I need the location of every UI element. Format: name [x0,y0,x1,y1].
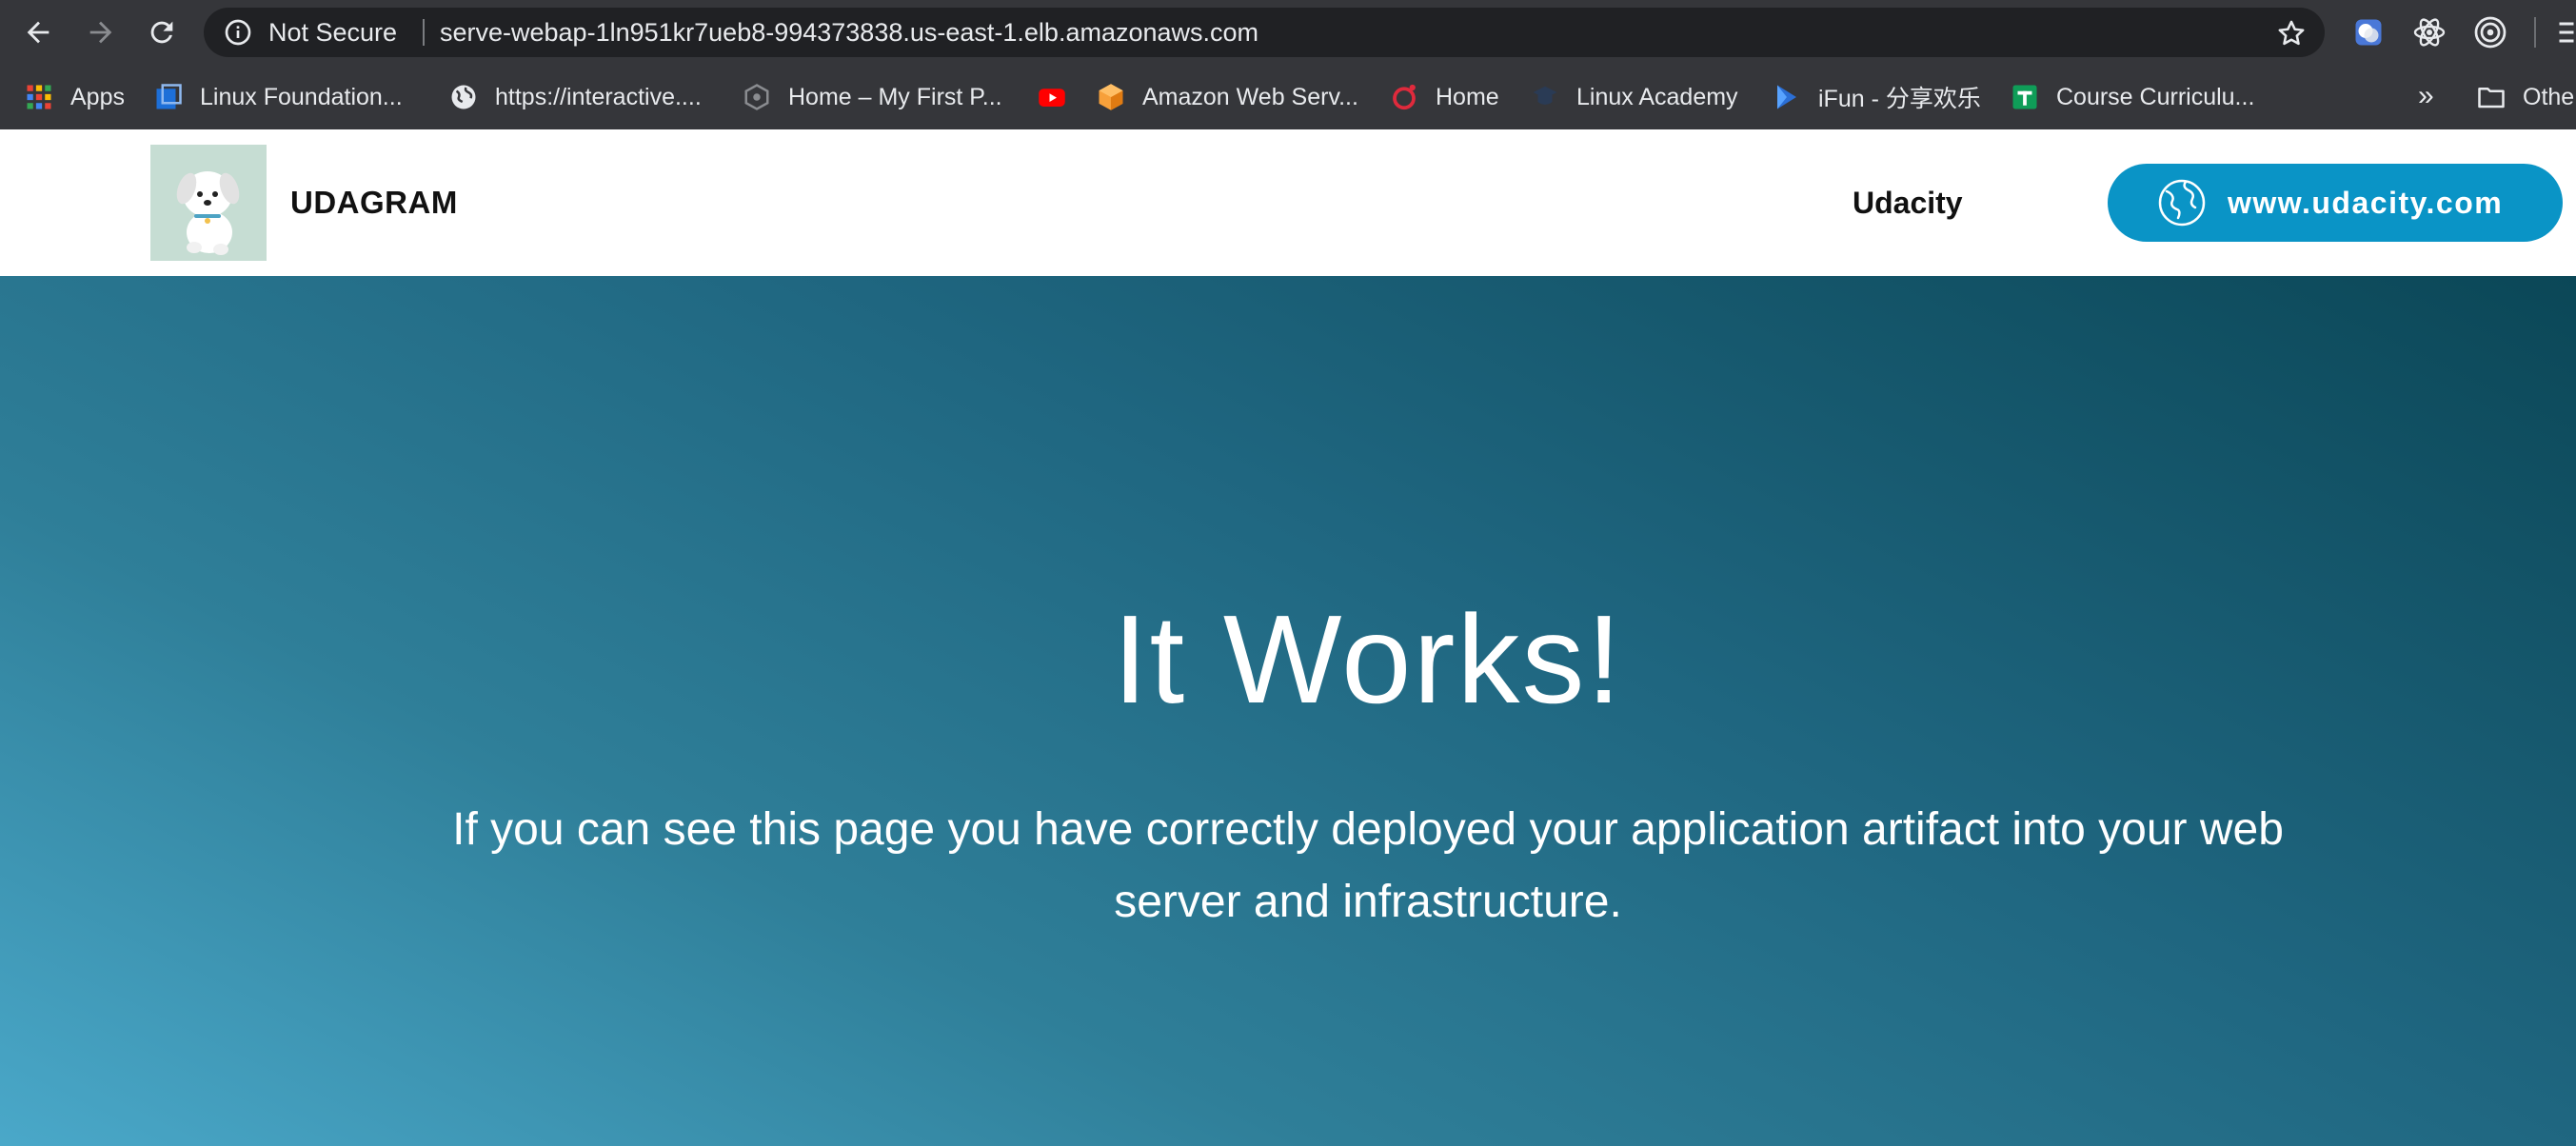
bookmark-interactive[interactable]: https://interactive.... [449,65,702,129]
bookmark-youtube[interactable] [1038,65,1083,129]
forward-arrow-icon [89,21,112,44]
extension-translate-icon[interactable] [2351,15,2386,49]
url-text[interactable]: serve-webap-1ln951kr7ueb8-994373838.us-e… [440,8,1258,57]
bookmark-other-folder[interactable]: Othe [2477,65,2574,129]
nav-link-udacity[interactable]: Udacity [1853,129,1963,276]
reload-button[interactable] [141,11,183,53]
globe-icon [2158,179,2206,227]
ifun-play-icon [1773,83,1801,111]
omnibox-divider [423,19,425,46]
menu-icon[interactable] [2551,15,2576,49]
dog-mascot-icon [150,145,267,261]
bookmarks-bar: Apps Linux Foundation... https://interac… [0,65,2576,129]
udacity-website-label: www.udacity.com [2228,185,2504,220]
linux-foundation-icon [154,83,183,111]
bookmark-label: Apps [70,83,125,110]
back-button[interactable] [17,11,59,53]
target-extension-icon[interactable] [2473,15,2507,49]
bookmark-label: Home [1436,83,1499,110]
bookmark-label: Amazon Web Serv... [1142,83,1358,110]
bookmark-label: iFun - 分享欢乐 [1818,86,1981,112]
address-bar[interactable]: Not Secure serve-webap-1ln951kr7ueb8-994… [204,8,2325,57]
linux-academy-icon [1531,83,1559,111]
aws-cube-icon [1097,83,1125,111]
back-arrow-icon [27,21,50,44]
dog-logo[interactable] [150,145,267,261]
bookmark-star-icon[interactable] [2275,17,2308,49]
bookmark-label: Othe [2523,83,2575,110]
udacity-website-button[interactable]: www.udacity.com [2108,164,2563,242]
google-sheets-icon [2011,83,2039,111]
reload-icon [150,21,173,44]
bookmark-course-curriculum[interactable]: Course Curriculu... [2011,65,2254,129]
globe-icon [449,83,478,111]
bookmark-label: Course Curriculu... [2056,83,2255,110]
toolbar-divider [2534,17,2536,48]
bookmark-label: Linux Academy [1576,83,1738,110]
forward-button[interactable] [80,11,122,53]
folder-icon [2477,83,2506,111]
browser-toolbar: Not Secure serve-webap-1ln951kr7ueb8-994… [0,0,2576,65]
bookmark-ifun[interactable]: iFun - 分享欢乐 [1773,65,1981,129]
security-status[interactable]: Not Secure [268,8,397,57]
bookmark-apps[interactable]: Apps [25,65,125,129]
site-header: UDAGRAM Udacity www.udacity.com [0,129,2576,276]
hero-title: It Works! [1112,589,1624,729]
webpage-icon [743,83,771,111]
hero-section: It Works! If you can see this page you h… [0,276,2576,1146]
brand-name[interactable]: UDAGRAM [290,129,458,276]
bookmark-linux-foundation[interactable]: Linux Foundation... [154,65,403,129]
hero-subtitle: If you can see this page you have correc… [452,804,2284,927]
apps-grid-icon [25,83,53,111]
bookmark-aws[interactable]: Amazon Web Serv... [1097,65,1358,129]
opera-icon [1390,83,1418,111]
bookmark-linux-academy[interactable]: Linux Academy [1531,65,1738,129]
bookmark-my-first-page[interactable]: Home – My First P... [743,65,1002,129]
react-devtools-icon[interactable] [2412,15,2447,49]
bookmark-home[interactable]: Home [1390,65,1499,129]
bookmark-label: Home – My First P... [788,83,1002,110]
bookmarks-overflow-button[interactable]: » [2418,65,2434,129]
bookmark-label: https://interactive.... [495,83,702,110]
bookmark-label: Linux Foundation... [200,83,403,110]
youtube-icon [1038,83,1066,111]
info-icon[interactable] [223,17,253,48]
